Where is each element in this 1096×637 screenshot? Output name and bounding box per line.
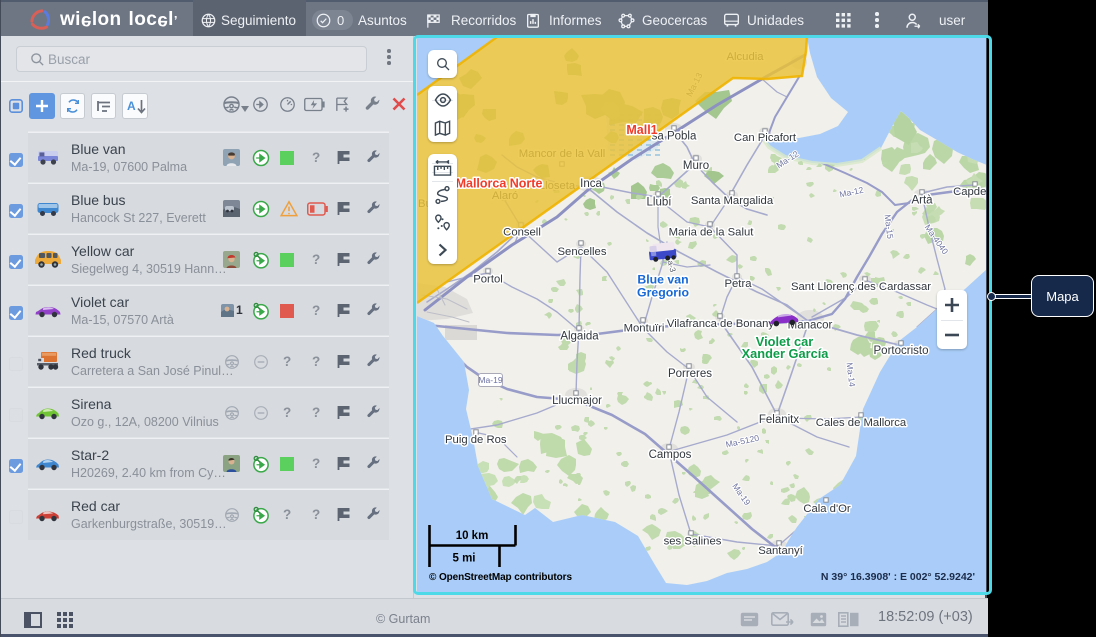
svg-text:Blue van: Blue van <box>637 273 688 287</box>
svg-text:Vilafranca de Bonany: Vilafranca de Bonany <box>667 318 775 330</box>
svg-text:Llubí: Llubí <box>647 197 673 209</box>
svg-text:Sant Llorenç des Cardassar: Sant Llorenç des Cardassar <box>791 281 931 293</box>
svg-text:Puig de Ros: Puig de Ros <box>445 434 507 446</box>
svg-text:Mallorca Norte: Mallorca Norte <box>456 177 543 191</box>
svg-text:Cales de Mallorca: Cales de Mallorca <box>816 417 907 429</box>
svg-text:Santanyí: Santanyí <box>758 545 803 557</box>
svg-text:Felanitx: Felanitx <box>759 414 800 426</box>
svg-text:Llucmajor: Llucmajor <box>552 395 602 407</box>
svg-text:Inca: Inca <box>580 178 602 190</box>
svg-text:Campos: Campos <box>649 449 692 461</box>
svg-text:Portocristo: Portocristo <box>874 345 929 357</box>
svg-text:Artà: Artà <box>911 195 933 207</box>
svg-text:sa Pobla: sa Pobla <box>652 131 697 143</box>
svg-text:Ma-19: Ma-19 <box>478 375 503 385</box>
svg-text:Santa Margalida: Santa Margalida <box>691 195 774 207</box>
svg-text:Montuïri: Montuïri <box>624 323 665 335</box>
svg-text:Xander García: Xander García <box>742 346 830 361</box>
svg-text:Portol: Portol <box>473 274 503 286</box>
svg-text:Can Picafort: Can Picafort <box>734 132 797 144</box>
svg-text:Consell: Consell <box>503 227 541 239</box>
svg-text:Mall1: Mall1 <box>626 123 657 137</box>
svg-text:5 mi: 5 mi <box>452 553 475 565</box>
svg-text:Cala d'Or: Cala d'Or <box>803 503 851 515</box>
svg-text:10 km: 10 km <box>456 530 489 542</box>
svg-text:Porreres: Porreres <box>668 368 712 380</box>
svg-text:Maria de la Salut: Maria de la Salut <box>669 227 755 239</box>
svg-text:Gregorio: Gregorio <box>637 286 689 300</box>
svg-text:Muro: Muro <box>683 160 709 172</box>
svg-text:Petra: Petra <box>724 278 752 290</box>
svg-text:Capdepe: Capdepe <box>953 186 986 198</box>
svg-text:Algaida: Algaida <box>560 331 599 343</box>
svg-text:ses Salines: ses Salines <box>664 536 722 548</box>
svg-text:Sencelles: Sencelles <box>558 246 607 258</box>
